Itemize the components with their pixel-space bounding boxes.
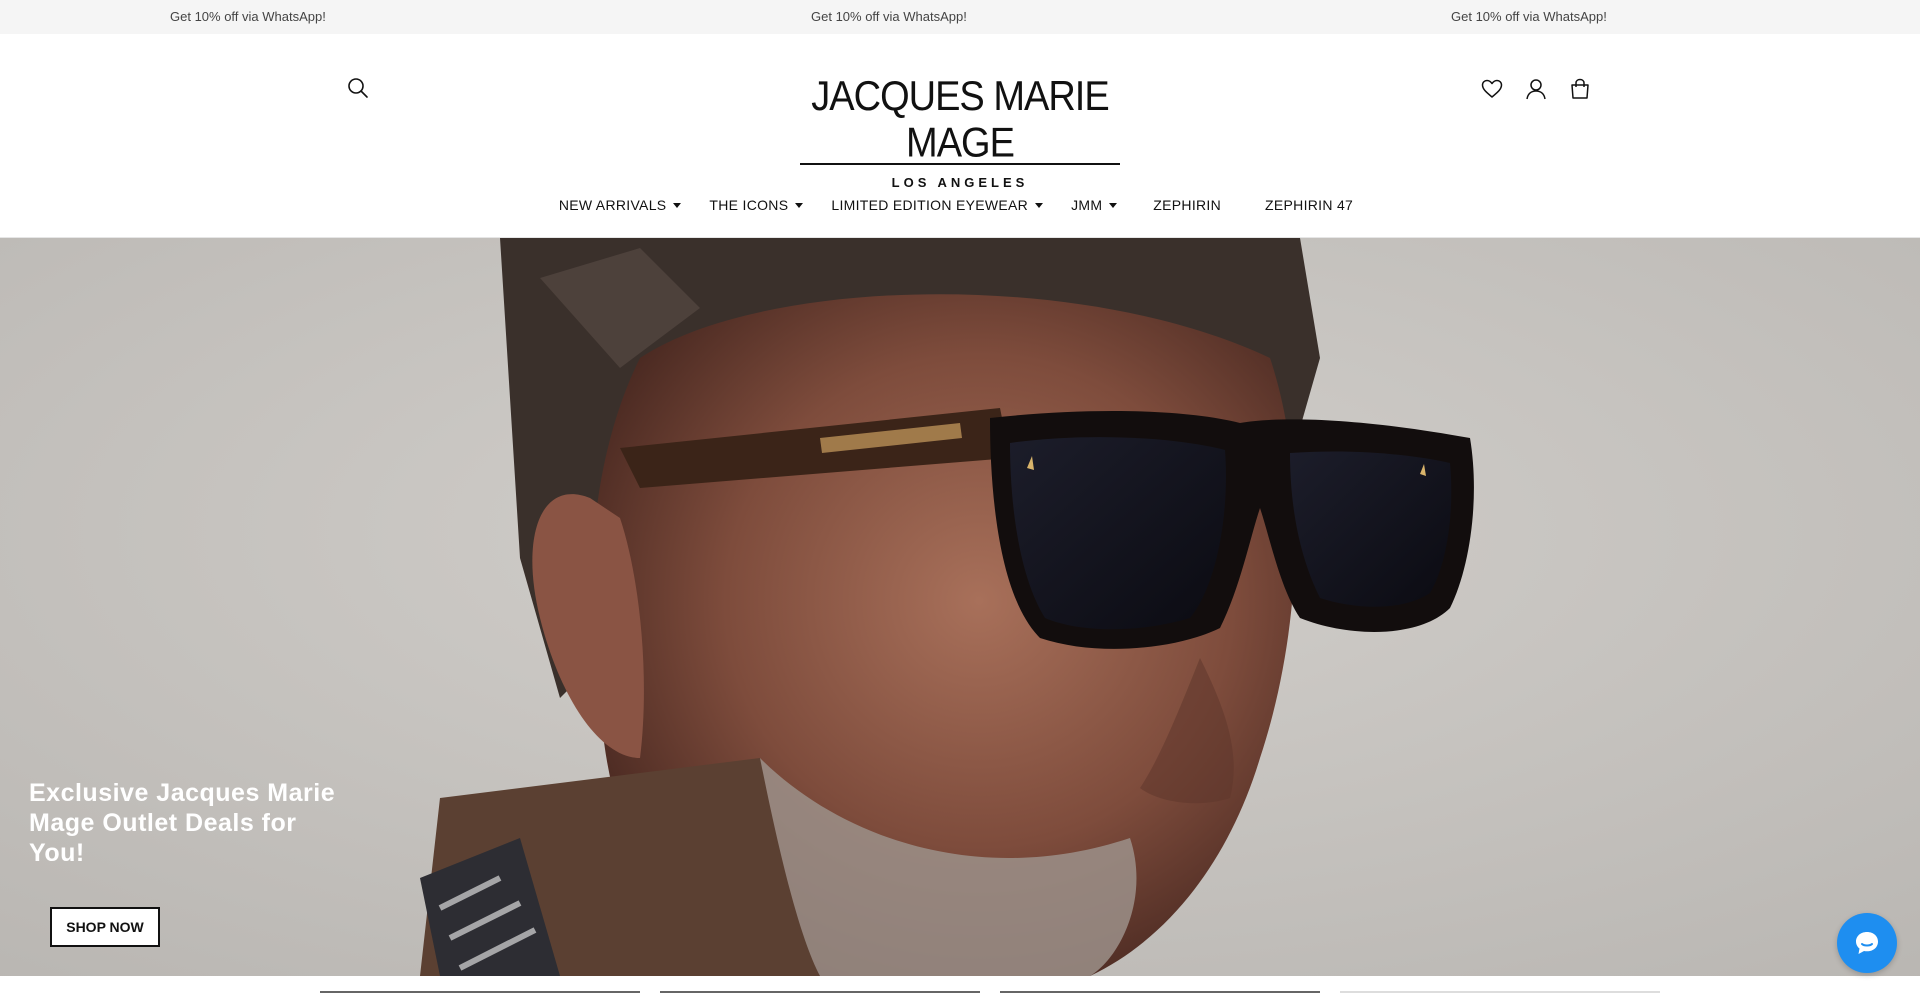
nav-label: JMM xyxy=(1071,197,1103,213)
caret-down-icon xyxy=(795,202,804,208)
caret-down-icon xyxy=(673,202,682,208)
main-navigation: NEW ARRIVALS THE ICONS LIMITED EDITION E… xyxy=(0,194,1920,216)
user-icon[interactable] xyxy=(1522,75,1550,103)
nav-item-jmm[interactable]: JMM xyxy=(1057,194,1131,216)
caret-down-icon xyxy=(1109,202,1118,208)
logo-brand-text: JACQUES MARIE MAGE xyxy=(811,73,1109,167)
site-header: JACQUES MARIE MAGE LOS ANGELES NEW ARRIV… xyxy=(0,34,1920,238)
logo-city-text: LOS ANGELES xyxy=(891,175,1029,190)
nav-item-zephirin-47[interactable]: ZEPHIRIN 47 xyxy=(1243,194,1375,216)
heart-icon[interactable] xyxy=(1478,75,1506,103)
nav-label: ZEPHIRIN xyxy=(1153,197,1222,213)
shop-now-button[interactable]: SHOP NOW xyxy=(50,907,160,947)
nav-item-zephirin[interactable]: ZEPHIRIN xyxy=(1131,194,1243,216)
hero-banner[interactable]: Exclusive Jacques Marie Mage Outlet Deal… xyxy=(0,238,1920,976)
chat-bubble-icon[interactable] xyxy=(1837,913,1897,973)
nav-label: NEW ARRIVALS xyxy=(558,197,667,213)
nav-label: THE ICONS xyxy=(709,197,789,213)
shopping-bag-icon[interactable] xyxy=(1566,75,1594,103)
nav-label: ZEPHIRIN 47 xyxy=(1265,197,1354,213)
caret-down-icon xyxy=(1035,202,1044,208)
nav-item-limited-edition-eyewear[interactable]: LIMITED EDITION EYEWEAR xyxy=(817,194,1057,216)
brand-logo[interactable]: JACQUES MARIE MAGE LOS ANGELES xyxy=(790,74,1130,190)
hero-title: Exclusive Jacques Marie Mage Outlet Deal… xyxy=(29,779,336,867)
nav-label: LIMITED EDITION EYEWEAR xyxy=(831,197,1029,213)
announcement-message[interactable]: Get 10% off via WhatsApp! xyxy=(170,9,326,24)
search-icon[interactable] xyxy=(344,74,372,102)
nav-item-new-arrivals[interactable]: NEW ARRIVALS xyxy=(545,194,696,216)
announcement-message[interactable]: Get 10% off via WhatsApp! xyxy=(811,9,967,24)
nav-item-the-icons[interactable]: THE ICONS xyxy=(695,194,817,216)
announcement-bar: Get 10% off via WhatsApp! Get 10% off vi… xyxy=(0,0,1920,34)
announcement-message[interactable]: Get 10% off via WhatsApp! xyxy=(1451,9,1607,24)
product-row-peek xyxy=(0,976,1920,993)
